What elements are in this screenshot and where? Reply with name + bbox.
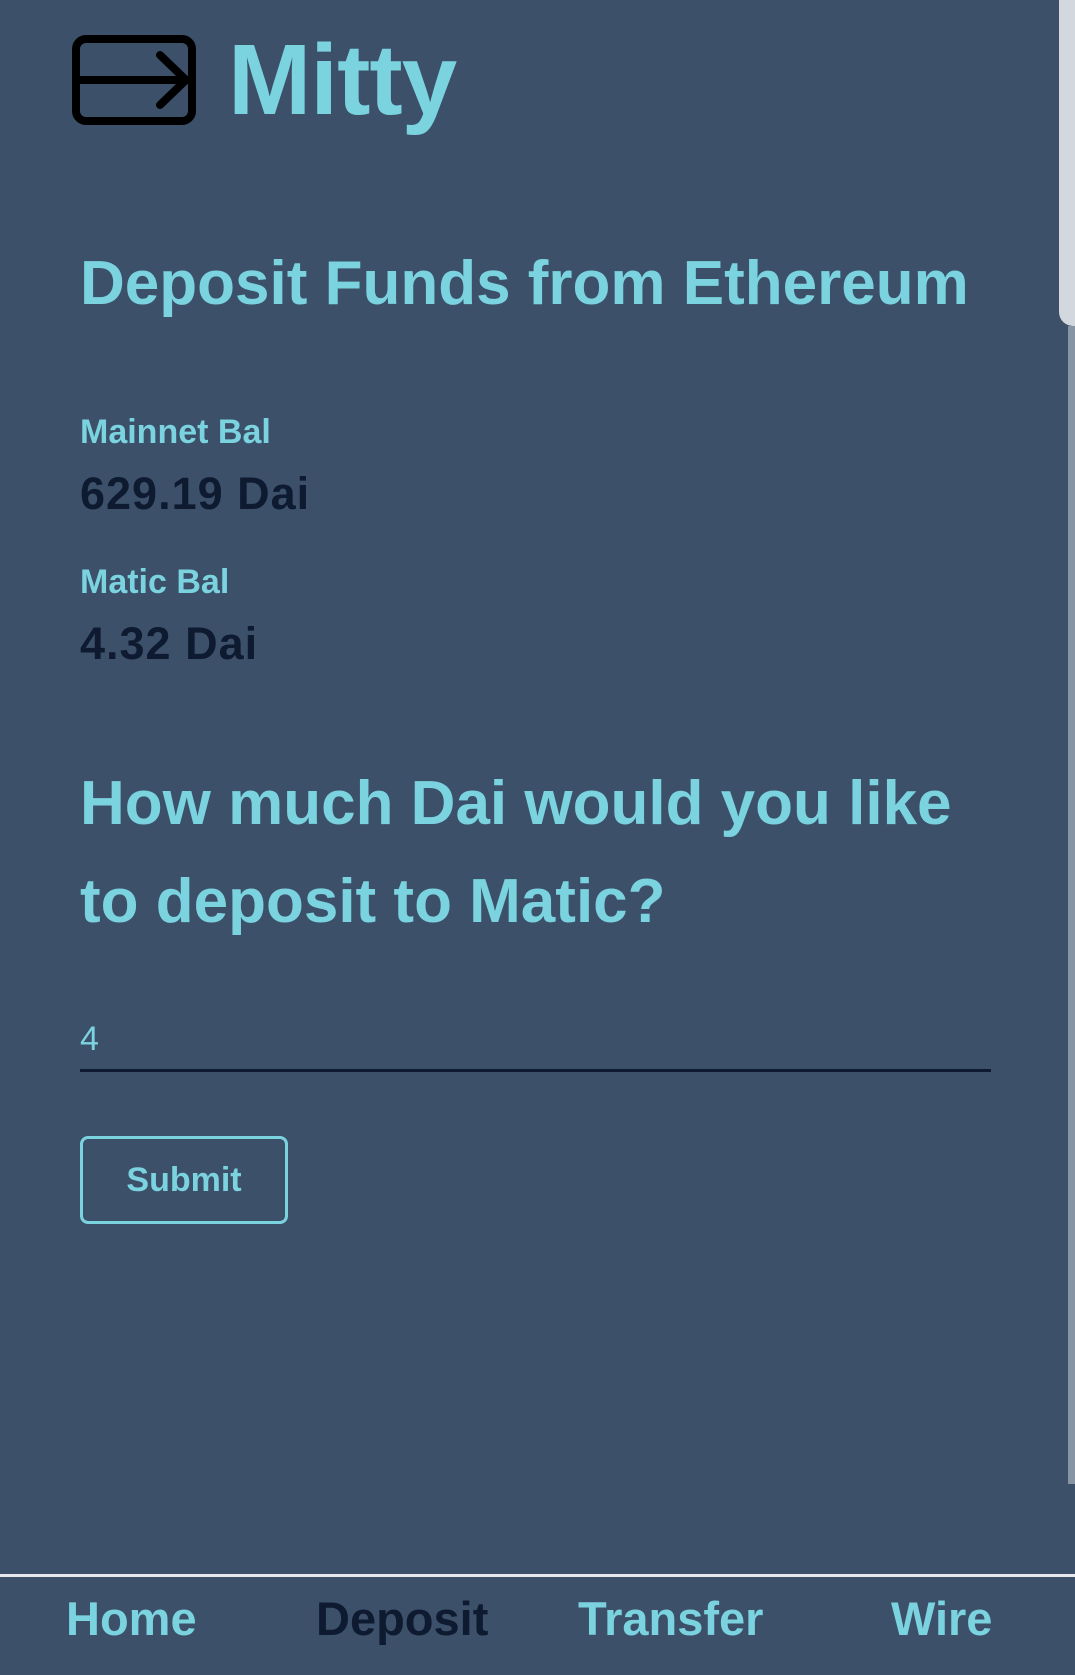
deposit-question: How much Dai would you like to deposit t… (80, 769, 952, 936)
nav-item-wire[interactable]: Wire (891, 1589, 992, 1649)
scrollbar-track[interactable] (1068, 326, 1075, 1484)
bottom-nav: Home Deposit Transfer Wire (0, 1574, 1075, 1675)
app-header: Mitty (72, 24, 457, 136)
scrollbar-thumb[interactable] (1059, 0, 1075, 326)
page-title: Deposit Funds from Ethereum (80, 249, 969, 318)
app-title: Mitty (228, 24, 457, 136)
nav-item-transfer[interactable]: Transfer (578, 1589, 763, 1649)
submit-button[interactable]: Submit (80, 1136, 288, 1224)
nav-item-deposit[interactable]: Deposit (316, 1589, 488, 1649)
wallet-transfer-arrow-icon (72, 35, 196, 125)
matic-balance-label: Matic Bal (80, 563, 230, 601)
matic-balance-value: 4.32 Dai (80, 618, 259, 669)
mainnet-balance-label: Mainnet Bal (80, 413, 271, 451)
deposit-amount-input[interactable] (80, 1010, 991, 1072)
nav-item-home[interactable]: Home (66, 1589, 197, 1649)
mainnet-balance-value: 629.19 Dai (80, 468, 311, 519)
